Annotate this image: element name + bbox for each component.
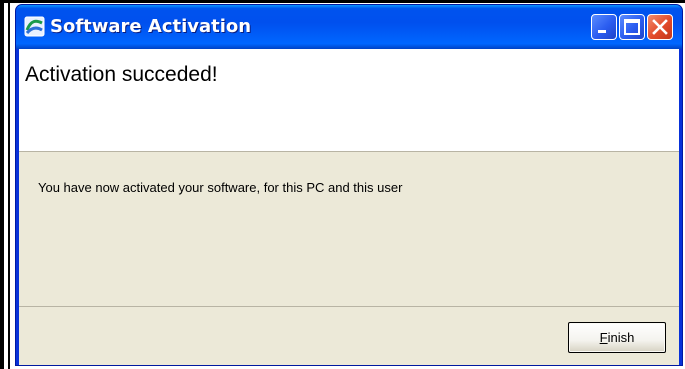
title-bar[interactable]: Software Activation — [16, 5, 682, 49]
wizard-footer: Finish — [19, 307, 679, 365]
minimize-button[interactable] — [591, 14, 617, 40]
finish-button-accelerator: F — [599, 330, 608, 345]
close-button[interactable] — [647, 14, 673, 40]
window-title: Software Activation — [50, 16, 252, 37]
page-left-border — [0, 0, 4, 369]
activation-message: You have now activated your software, fo… — [38, 180, 403, 195]
close-icon — [652, 19, 668, 35]
page-top-border — [0, 0, 685, 3]
wizard-content: You have now activated your software, fo… — [19, 152, 679, 307]
software-activation-window: Software Activation Activation succeded!… — [15, 4, 683, 366]
wizard-header: Activation succeded! — [19, 49, 679, 152]
app-logo-icon — [24, 16, 45, 37]
finish-button[interactable]: Finish — [568, 322, 666, 353]
page-title: Activation succeded! — [25, 63, 218, 86]
page-left-border-inner — [8, 0, 10, 369]
minimize-icon — [598, 30, 606, 33]
maximize-button[interactable] — [619, 14, 645, 40]
maximize-icon — [624, 19, 640, 35]
finish-button-label: inish — [607, 330, 635, 345]
